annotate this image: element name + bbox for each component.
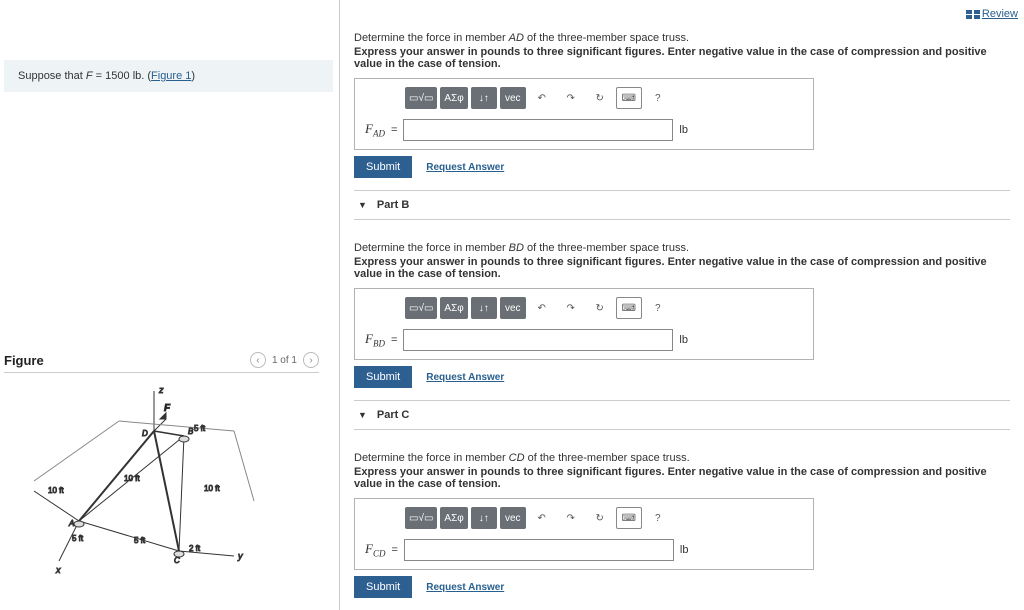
part-c-toolbar: ▭√▭ ΑΣφ ↓↑ vec ↶ ↷ ↻ ⌨ ? — [365, 507, 803, 529]
part-c-answer-box: ▭√▭ ΑΣφ ↓↑ vec ↶ ↷ ↻ ⌨ ? FCD = lb — [354, 498, 814, 570]
part-b-unit: lb — [679, 334, 688, 346]
part-a-submit-button[interactable]: Submit — [354, 156, 412, 178]
reset-button[interactable]: ↻ — [587, 87, 613, 109]
part-b-variable: FBD — [365, 331, 385, 349]
svg-text:y: y — [237, 551, 243, 561]
part-a-question: Determine the force in member AD of the … — [354, 32, 1010, 44]
part-c-instruction: Express your answer in pounds to three s… — [354, 466, 1010, 490]
part-c-variable: FCD — [365, 541, 385, 559]
vec-button[interactable]: vec — [500, 87, 526, 109]
part-a-request-answer[interactable]: Request Answer — [426, 162, 504, 173]
review-link[interactable]: Review — [966, 8, 1018, 20]
greek-button[interactable]: ΑΣφ — [440, 297, 467, 319]
part-b-request-answer[interactable]: Request Answer — [426, 372, 504, 383]
svg-text:5 ft: 5 ft — [194, 424, 206, 433]
templates-button[interactable]: ▭√▭ — [405, 507, 437, 529]
redo-button[interactable]: ↷ — [558, 297, 584, 319]
part-b-question: Determine the force in member BD of the … — [354, 242, 1010, 254]
subscript-button[interactable]: ↓↑ — [471, 507, 497, 529]
part-a-instruction: Express your answer in pounds to three s… — [354, 46, 1010, 70]
greek-button[interactable]: ΑΣφ — [440, 87, 467, 109]
part-c-unit: lb — [680, 544, 689, 556]
figure-pager: ‹ 1 of 1 › — [250, 352, 319, 368]
svg-text:z: z — [158, 385, 164, 395]
part-c-header[interactable]: ▼ Part C — [354, 400, 1010, 430]
keyboard-button[interactable]: ⌨ — [616, 87, 642, 109]
part-a-answer-box: ▭√▭ ΑΣφ ↓↑ vec ↶ ↷ ↻ ⌨ ? FAD = lb — [354, 78, 814, 150]
figure-link[interactable]: Figure 1 — [151, 70, 191, 82]
caret-down-icon: ▼ — [358, 200, 367, 210]
svg-text:10 ft: 10 ft — [48, 486, 64, 495]
svg-text:x: x — [55, 565, 61, 575]
svg-text:5 ft: 5 ft — [72, 534, 84, 543]
reset-button[interactable]: ↻ — [587, 297, 613, 319]
part-b-instruction: Express your answer in pounds to three s… — [354, 256, 1010, 280]
subscript-button[interactable]: ↓↑ — [471, 87, 497, 109]
templates-button[interactable]: ▭√▭ — [405, 87, 437, 109]
prev-figure-button[interactable]: ‹ — [250, 352, 266, 368]
figure-title: Figure — [4, 353, 44, 368]
next-figure-button[interactable]: › — [303, 352, 319, 368]
svg-text:10 ft: 10 ft — [124, 474, 140, 483]
part-c-question: Determine the force in member CD of the … — [354, 452, 1010, 464]
keyboard-button[interactable]: ⌨ — [616, 297, 642, 319]
greek-button[interactable]: ΑΣφ — [440, 507, 467, 529]
keyboard-button[interactable]: ⌨ — [616, 507, 642, 529]
help-button[interactable]: ? — [645, 87, 671, 109]
figure-counter: 1 of 1 — [272, 355, 297, 366]
redo-button[interactable]: ↷ — [558, 87, 584, 109]
part-c-answer-input[interactable] — [404, 539, 674, 561]
help-button[interactable]: ? — [645, 297, 671, 319]
undo-button[interactable]: ↶ — [529, 297, 555, 319]
part-a-toolbar: ▭√▭ ΑΣφ ↓↑ vec ↶ ↷ ↻ ⌨ ? — [365, 87, 803, 109]
part-b-header[interactable]: ▼ Part B — [354, 190, 1010, 220]
svg-text:2 ft: 2 ft — [189, 544, 201, 553]
part-b-toolbar: ▭√▭ ΑΣφ ↓↑ vec ↶ ↷ ↻ ⌨ ? — [365, 297, 803, 319]
help-button[interactable]: ? — [645, 507, 671, 529]
flag-icon — [966, 10, 980, 19]
svg-text:D: D — [142, 429, 148, 438]
part-c-submit-button[interactable]: Submit — [354, 576, 412, 598]
reset-button[interactable]: ↻ — [587, 507, 613, 529]
part-b-answer-box: ▭√▭ ΑΣφ ↓↑ vec ↶ ↷ ↻ ⌨ ? FBD = lb — [354, 288, 814, 360]
part-b-answer-input[interactable] — [403, 329, 673, 351]
figure-diagram: F z x y D B — [24, 381, 339, 584]
part-c-request-answer[interactable]: Request Answer — [426, 582, 504, 593]
part-a-answer-input[interactable] — [403, 119, 673, 141]
suppose-box: Suppose that F = 1500 lb. (Figure 1) — [4, 60, 333, 92]
vec-button[interactable]: vec — [500, 507, 526, 529]
undo-button[interactable]: ↶ — [529, 87, 555, 109]
svg-text:F: F — [164, 403, 171, 414]
redo-button[interactable]: ↷ — [558, 507, 584, 529]
part-a-unit: lb — [679, 124, 688, 136]
svg-text:A: A — [68, 519, 74, 528]
part-b-submit-button[interactable]: Submit — [354, 366, 412, 388]
templates-button[interactable]: ▭√▭ — [405, 297, 437, 319]
caret-down-icon: ▼ — [358, 410, 367, 420]
part-a-variable: FAD — [365, 121, 385, 139]
vec-button[interactable]: vec — [500, 297, 526, 319]
undo-button[interactable]: ↶ — [529, 507, 555, 529]
svg-text:5 ft: 5 ft — [134, 536, 146, 545]
svg-text:10 ft: 10 ft — [204, 484, 220, 493]
subscript-button[interactable]: ↓↑ — [471, 297, 497, 319]
